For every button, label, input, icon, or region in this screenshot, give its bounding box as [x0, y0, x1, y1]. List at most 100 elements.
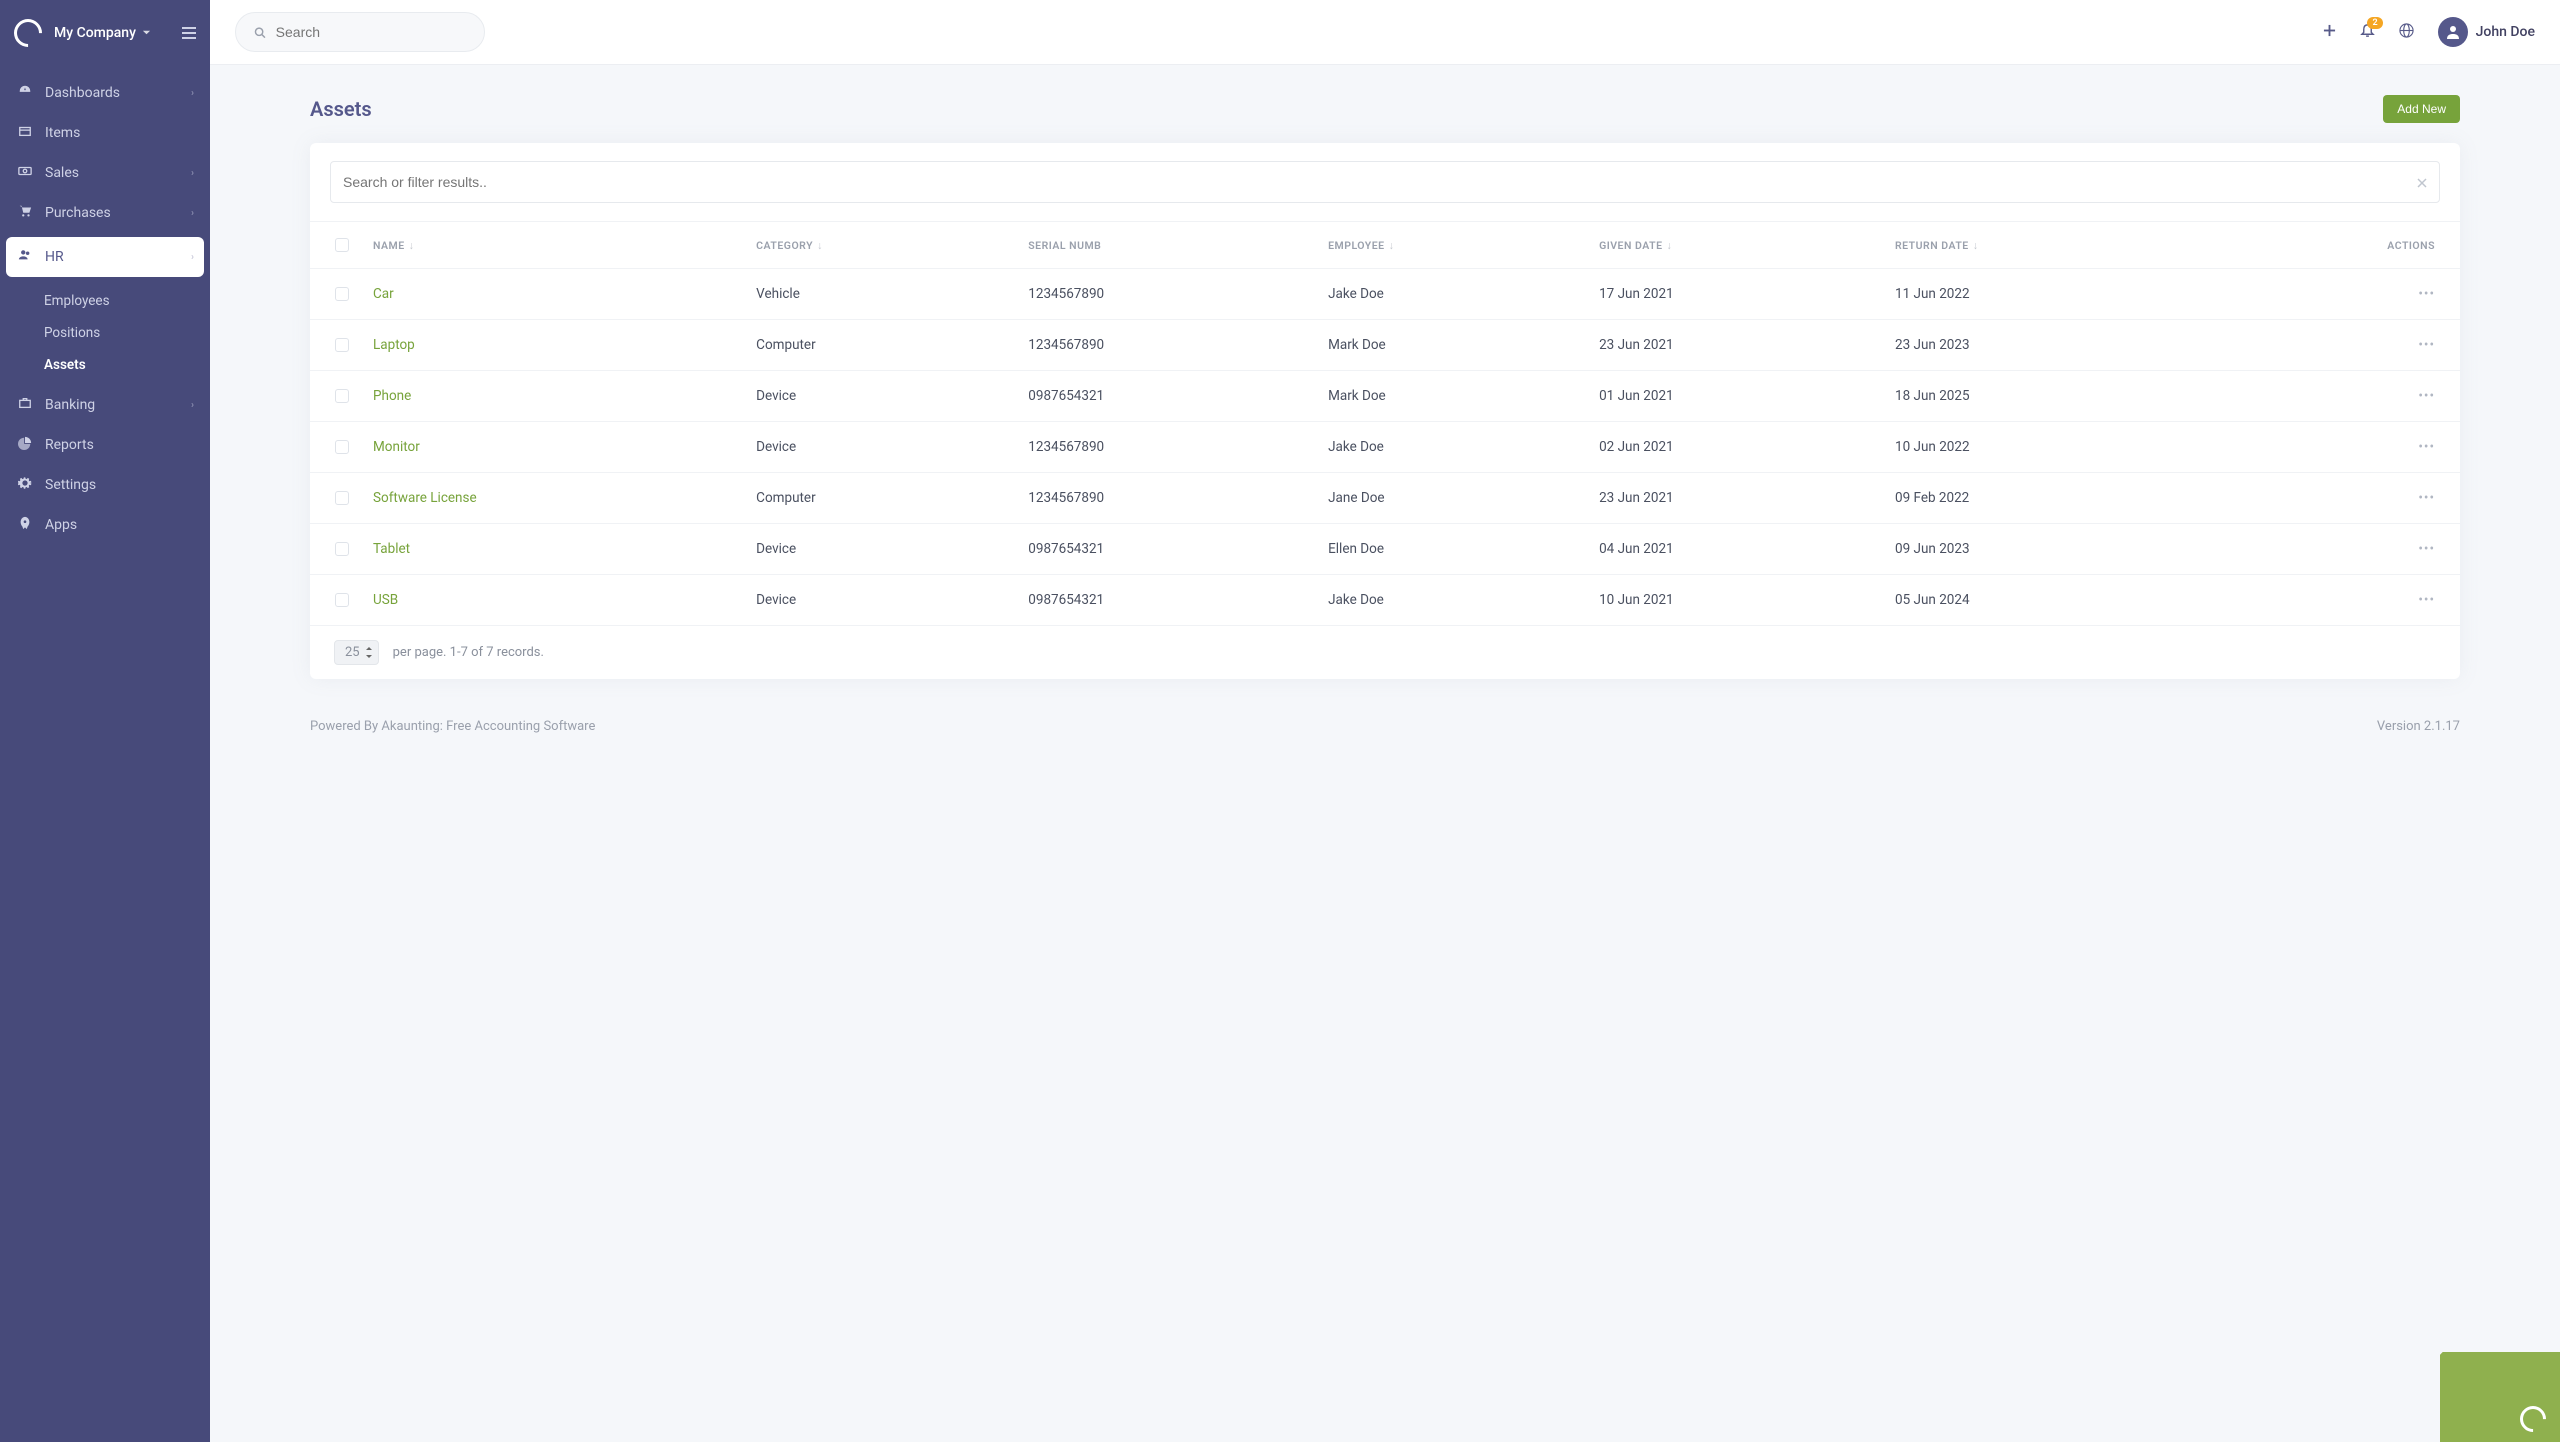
sidebar-header: My Company — [0, 0, 210, 65]
user-menu[interactable]: John Doe — [2438, 17, 2535, 47]
row-checkbox[interactable] — [335, 440, 349, 454]
filter-bar — [310, 143, 2460, 221]
asset-name-link[interactable]: Laptop — [373, 337, 415, 353]
row-checkbox[interactable] — [335, 542, 349, 556]
gauge-icon — [16, 84, 34, 102]
brand-logo-icon — [8, 13, 48, 53]
add-new-button[interactable]: Add New — [2383, 95, 2460, 123]
asset-name-link[interactable]: USB — [373, 592, 398, 608]
asset-category: Device — [744, 575, 1016, 626]
row-checkbox[interactable] — [335, 287, 349, 301]
asset-return-date: 05 Jun 2024 — [1883, 575, 2206, 626]
sidebar-item-settings[interactable]: Settings — [0, 465, 210, 505]
page-title: Assets — [310, 97, 372, 121]
row-actions-button[interactable]: ••• — [2418, 439, 2435, 455]
row-actions-button[interactable]: ••• — [2418, 490, 2435, 506]
asset-given-date: 10 Jun 2021 — [1587, 575, 1883, 626]
asset-name-link[interactable]: Tablet — [373, 541, 410, 557]
table-footer: 25 per page. 1-7 of 7 records. — [310, 626, 2460, 679]
sidebar-item-items[interactable]: Items — [0, 113, 210, 153]
asset-name-link[interactable]: Software License — [373, 490, 477, 506]
per-page-select[interactable]: 25 — [334, 640, 379, 665]
asset-employee: Jane Doe — [1316, 473, 1587, 524]
select-all-checkbox[interactable] — [335, 238, 349, 252]
row-actions-button[interactable]: ••• — [2418, 286, 2435, 302]
asset-given-date: 02 Jun 2021 — [1587, 422, 1883, 473]
asset-serial: 1234567890 — [1016, 320, 1316, 371]
row-checkbox[interactable] — [335, 389, 349, 403]
globe-icon — [2399, 23, 2414, 38]
sidebar-item-label: Settings — [45, 477, 96, 493]
sidebar-subitem-employees[interactable]: Employees — [44, 285, 210, 317]
sidebar-item-sales[interactable]: Sales› — [0, 153, 210, 193]
filter-input[interactable] — [343, 174, 2417, 190]
col-serial: SERIAL NUMB — [1016, 222, 1316, 269]
notifications-button[interactable]: 2 — [2360, 23, 2375, 42]
content: Assets Add New NAME↓ — [210, 65, 2560, 1442]
sidebar-item-label: Apps — [45, 517, 77, 533]
sidebar-item-reports[interactable]: Reports — [0, 425, 210, 465]
filter-input-wrap[interactable] — [330, 161, 2440, 203]
sidebar-item-hr[interactable]: HR› — [6, 237, 204, 277]
row-actions-button[interactable]: ••• — [2418, 541, 2435, 557]
row-actions-button[interactable]: ••• — [2418, 337, 2435, 353]
chevron-right-icon: › — [191, 400, 194, 411]
language-button[interactable] — [2399, 23, 2414, 42]
asset-serial: 1234567890 — [1016, 269, 1316, 320]
add-button[interactable] — [2323, 23, 2336, 41]
row-actions-button[interactable]: ••• — [2418, 592, 2435, 608]
col-name[interactable]: NAME↓ — [361, 222, 744, 269]
sidebar-item-apps[interactable]: Apps — [0, 505, 210, 545]
sidebar-item-purchases[interactable]: Purchases› — [0, 193, 210, 233]
page-footer: Powered By Akaunting: Free Accounting So… — [310, 709, 2460, 774]
company-name-label: My Company — [54, 25, 136, 41]
asset-serial: 0987654321 — [1016, 371, 1316, 422]
row-checkbox[interactable] — [335, 593, 349, 607]
sidebar-item-label: Items — [45, 125, 80, 141]
sidebar-item-dashboards[interactable]: Dashboards› — [0, 73, 210, 113]
company-selector[interactable]: My Company — [54, 25, 182, 41]
col-category[interactable]: CATEGORY↓ — [744, 222, 1016, 269]
asset-return-date: 10 Jun 2022 — [1883, 422, 2206, 473]
cart-icon — [16, 204, 34, 222]
table-row: LaptopComputer1234567890Mark Doe23 Jun 2… — [310, 320, 2460, 371]
col-return[interactable]: RETURN DATE↓ — [1883, 222, 2206, 269]
row-checkbox[interactable] — [335, 491, 349, 505]
sidebar-item-label: Reports — [45, 437, 94, 453]
gear-icon — [16, 476, 34, 494]
search-input[interactable] — [276, 24, 466, 40]
asset-name-link[interactable]: Car — [373, 286, 394, 302]
page-header: Assets Add New — [310, 95, 2460, 123]
col-actions: ACTIONS — [2206, 222, 2460, 269]
asset-employee: Jake Doe — [1316, 575, 1587, 626]
row-actions-button[interactable]: ••• — [2418, 388, 2435, 404]
global-search[interactable] — [235, 12, 485, 52]
asset-return-date: 11 Jun 2022 — [1883, 269, 2206, 320]
table-row: Software License Computer1234567890Jane D… — [310, 473, 2460, 524]
asset-name-link[interactable]: Phone — [373, 388, 411, 404]
avatar — [2438, 17, 2468, 47]
sidebar-subitem-positions[interactable]: Positions — [44, 317, 210, 349]
sidebar-subitem-assets[interactable]: Assets — [44, 349, 210, 381]
asset-serial: 0987654321 — [1016, 575, 1316, 626]
table-row: TabletDevice0987654321Ellen Doe04 Jun 20… — [310, 524, 2460, 575]
cash-icon — [16, 164, 34, 182]
clear-filter-button[interactable] — [2417, 173, 2427, 192]
asset-name-link[interactable]: Monitor — [373, 439, 420, 455]
table-row: USB Device0987654321Jake Doe10 Jun 202105… — [310, 575, 2460, 626]
sidebar-toggle-button[interactable] — [182, 27, 196, 39]
col-given[interactable]: GIVEN DATE↓ — [1587, 222, 1883, 269]
asset-given-date: 17 Jun 2021 — [1587, 269, 1883, 320]
row-checkbox[interactable] — [335, 338, 349, 352]
asset-return-date: 09 Feb 2022 — [1883, 473, 2206, 524]
sidebar-item-banking[interactable]: Banking› — [0, 385, 210, 425]
plus-icon — [2323, 24, 2336, 37]
asset-category: Computer — [744, 473, 1016, 524]
chevron-right-icon: › — [191, 208, 194, 219]
asset-return-date: 18 Jun 2025 — [1883, 371, 2206, 422]
col-employee[interactable]: EMPLOYEE↓ — [1316, 222, 1587, 269]
table-row: PhoneDevice0987654321Mark Doe01 Jun 2021… — [310, 371, 2460, 422]
asset-serial: 1234567890 — [1016, 473, 1316, 524]
asset-category: Device — [744, 422, 1016, 473]
version-label: Version 2.1.17 — [2377, 719, 2460, 734]
